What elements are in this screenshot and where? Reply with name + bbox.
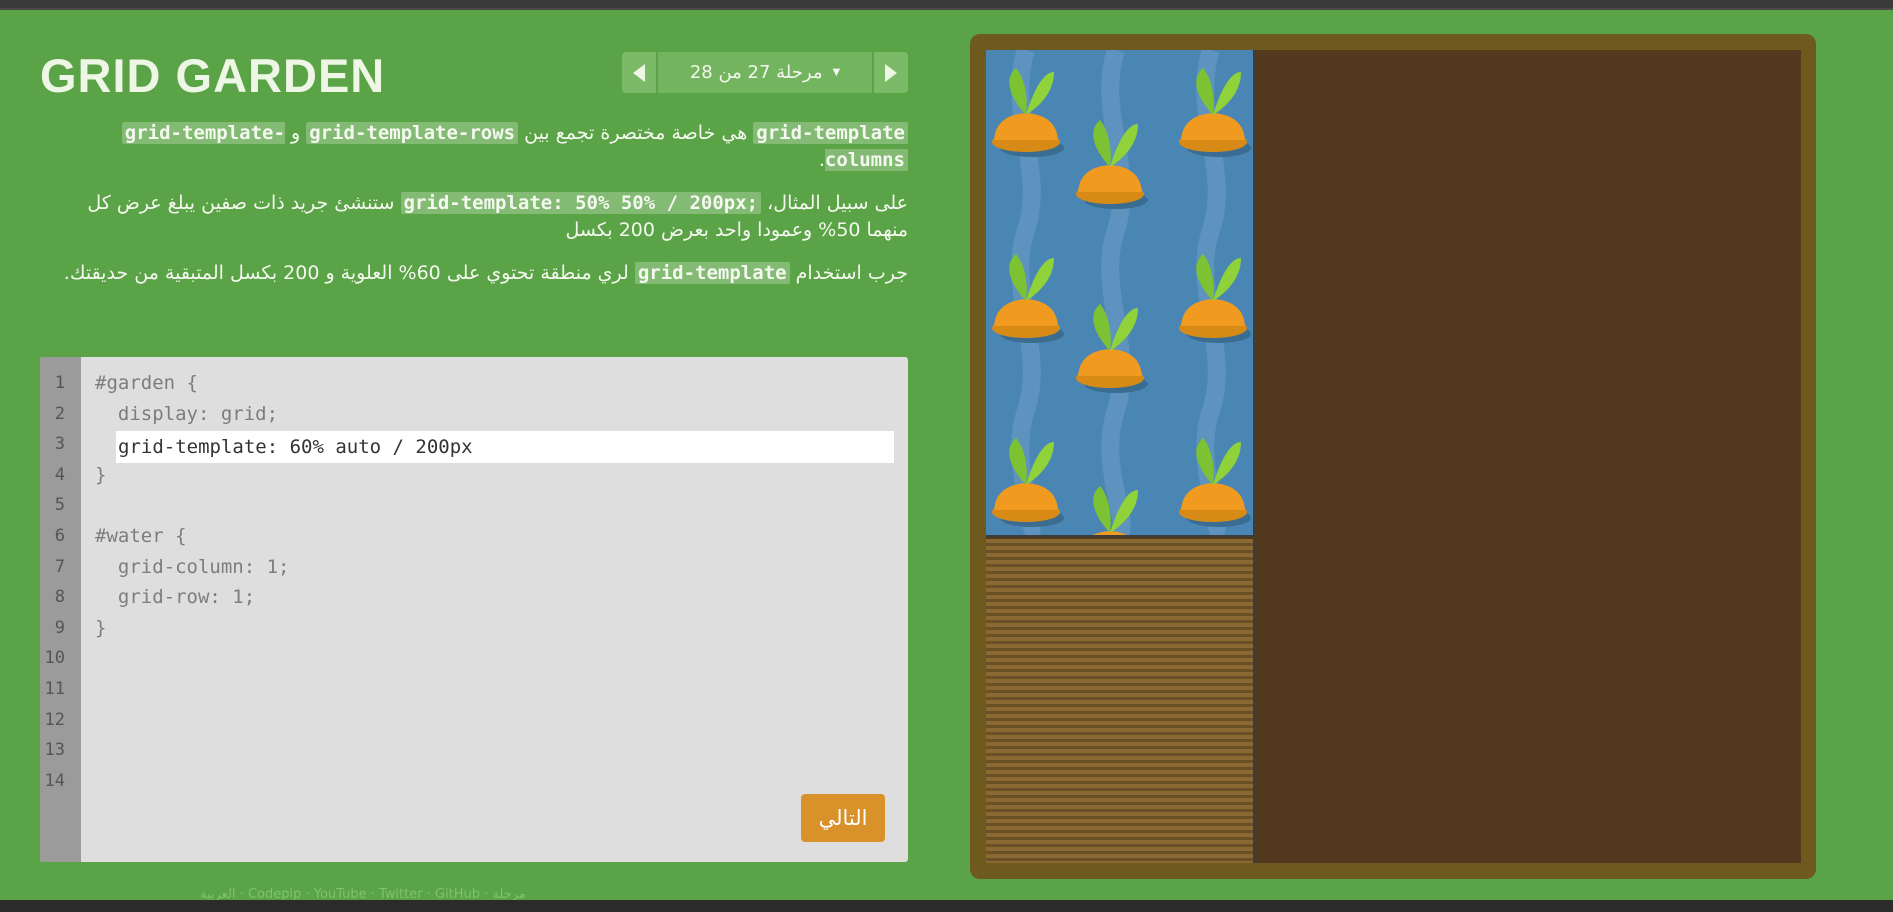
carrot-icon	[1179, 430, 1253, 530]
window-top-bar	[0, 0, 1893, 10]
code-line: grid-row: 1;	[95, 586, 256, 609]
carrot-icon	[1076, 112, 1150, 212]
level-navigation: مرحلة 27 من 28 ▼	[622, 52, 908, 93]
carrot-icon	[1179, 246, 1253, 346]
code-snippet: grid-template	[634, 262, 790, 284]
code-lines: #garden { display: grid; } #water { grid…	[95, 368, 289, 643]
instruction-text: هي خاصة مختصرة تجمع بين	[518, 122, 754, 144]
instructions: grid-template هي خاصة مختصرة تجمع بين gr…	[40, 120, 908, 303]
line-number: 1	[54, 373, 65, 393]
next-level-arrow-button[interactable]	[874, 52, 908, 93]
code-line: }	[95, 616, 107, 639]
code-line: display: grid;	[95, 402, 279, 425]
garden	[986, 50, 1801, 863]
line-number: 3	[54, 434, 65, 455]
previous-level-button[interactable]	[622, 52, 656, 93]
arrow-right-icon	[885, 63, 897, 82]
line-number: 7	[54, 556, 65, 577]
line-number: 11	[44, 678, 65, 699]
instruction-text: على سبيل المثال،	[761, 192, 908, 214]
next-button[interactable]: التالي	[801, 794, 885, 842]
line-number: 13	[44, 740, 65, 761]
instruction-paragraph-2: على سبيل المثال، grid-template: 50% 50% …	[40, 190, 908, 244]
instruction-paragraph-1: grid-template هي خاصة مختصرة تجمع بين gr…	[40, 120, 908, 174]
code-line: #water {	[95, 524, 187, 547]
line-number: 8	[54, 587, 65, 608]
code-snippet: grid-template	[753, 122, 908, 144]
line-number: 6	[54, 525, 65, 546]
code-line: grid-column: 1;	[95, 555, 290, 578]
taskbar	[0, 900, 1893, 912]
line-number: 12	[44, 709, 65, 730]
carrot-icon	[992, 60, 1066, 160]
carrot-icon	[1076, 296, 1150, 396]
line-number: 10	[44, 648, 65, 669]
soil-area	[986, 539, 1255, 863]
code-line: }	[95, 463, 107, 486]
line-number: 4	[54, 464, 65, 485]
css-answer-input[interactable]	[116, 431, 894, 463]
level-label: مرحلة 27 من 28	[689, 62, 823, 83]
carrot-icon	[992, 430, 1066, 530]
carrot-icon	[1179, 60, 1253, 160]
carrot-icon	[992, 246, 1066, 346]
code-line: #garden {	[95, 372, 198, 394]
instruction-text: لري منطقة تحتوي على 60% العلوية و 200 بك…	[63, 262, 635, 284]
line-number-gutter: 1 2 3 4 5 6 7 8 9 10 11 12 13 14	[40, 357, 81, 862]
instruction-text: و	[284, 122, 307, 144]
line-number: 14	[44, 770, 65, 791]
arrow-left-icon	[633, 63, 645, 82]
code-snippet: grid-template-rows	[306, 122, 519, 144]
level-indicator[interactable]: مرحلة 27 من 28 ▼	[658, 52, 872, 93]
water-area	[986, 50, 1255, 537]
chevron-down-icon: ▼	[832, 67, 841, 78]
line-number: 2	[54, 403, 65, 424]
line-number: 5	[54, 495, 65, 516]
instruction-paragraph-3: جرب استخدام grid-template لري منطقة تحتو…	[40, 260, 908, 287]
instruction-text: جرب استخدام	[789, 262, 908, 284]
carrot-icon	[1076, 478, 1150, 535]
instruction-text: .	[818, 149, 825, 171]
code-snippet: grid-template: 50% 50% / 200px;	[400, 192, 762, 214]
page-title: GRID GARDEN	[40, 49, 386, 102]
line-number: 9	[54, 617, 65, 638]
